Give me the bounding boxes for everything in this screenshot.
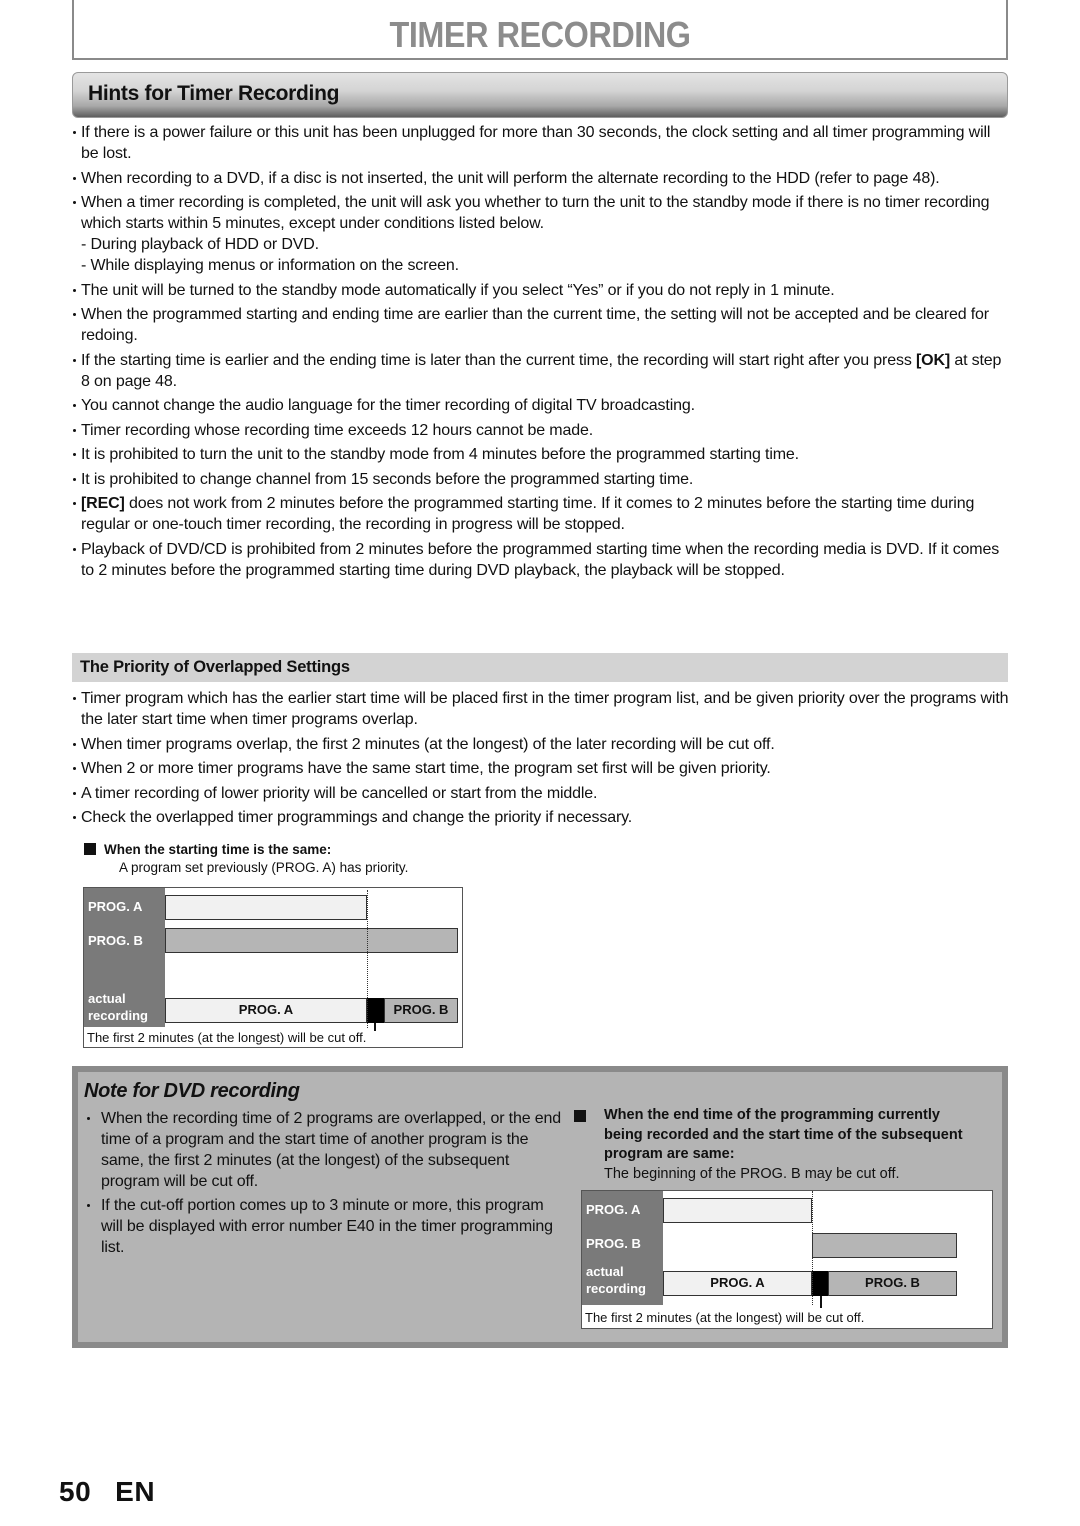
hint-text: If the starting time is earlier and the …: [81, 351, 916, 369]
priority-item: Check the overlapped timer programmings …: [72, 807, 1012, 828]
hint-text: It is prohibited to turn the unit to the…: [81, 446, 799, 463]
row-label-prog-a: PROG. A: [88, 899, 143, 914]
row-label-actual: actual: [586, 1264, 624, 1279]
bar-label: PROG. A: [238, 1002, 294, 1017]
diagram2-title: When the end time of the programming cur…: [604, 1107, 963, 1162]
section-title: Hints for Timer Recording: [88, 82, 340, 105]
diagram1-description: A program set previously (PROG. A) has p…: [119, 860, 409, 875]
note-item: When the recording time of 2 programs ar…: [84, 1108, 564, 1192]
priority-item: When timer programs overlap, the first 2…: [72, 734, 1012, 755]
hint-item: It is prohibited to change channel from …: [72, 469, 1012, 490]
ok-key: [OK]: [915, 351, 951, 369]
hint-subitem: - While displaying menus or information …: [81, 257, 459, 274]
diagram-same-start: PROG. A PROG. B actual recording PROG. A…: [83, 887, 463, 1048]
hint-text: The unit will be turned to the standby m…: [81, 281, 835, 299]
hint-item: Playback of DVD/CD is prohibited from 2 …: [72, 539, 1012, 581]
diagram1-title: When the starting time is the same:: [104, 842, 332, 857]
hint-item: If there is a power failure or this unit…: [72, 122, 1012, 164]
bar-prog-b: [812, 1233, 957, 1258]
priority-item: When 2 or more timer programs have the s…: [72, 758, 1012, 779]
cut-off-pointer: [820, 1296, 822, 1308]
priority-item: A timer recording of lower priority will…: [72, 783, 1012, 804]
hint-text: If there is a power failure or this unit…: [81, 124, 991, 162]
square-bullet-icon: [574, 1110, 586, 1122]
bar-actual-prog-b: PROG. B: [384, 998, 458, 1023]
page-footer: 50 EN: [59, 1476, 155, 1508]
hint-item: You cannot change the audio language for…: [72, 395, 1012, 416]
bar-prog-b: [165, 928, 458, 953]
bar-prog-a: [663, 1198, 812, 1223]
bar-label: PROG. B: [865, 1275, 920, 1290]
cut-off-pointer: [374, 1023, 376, 1031]
note-title: Note for DVD recording: [84, 1080, 300, 1102]
bar-actual-prog-a: PROG. A: [165, 998, 367, 1023]
row-label-prog-b: PROG. B: [88, 933, 143, 948]
hint-text: It is prohibited to change channel from …: [81, 470, 694, 488]
bar-actual-prog-a: PROG. A: [663, 1271, 812, 1296]
hint-text: does not work from 2 minutes before the …: [81, 495, 975, 533]
hint-item: When the programmed starting and ending …: [72, 304, 1012, 346]
page-number: 50: [59, 1476, 92, 1507]
bar-label: PROG. A: [710, 1275, 765, 1290]
bar-label: PROG. B: [393, 1002, 449, 1017]
divider-line: [367, 890, 368, 1028]
note-list: When the recording time of 2 programs ar…: [84, 1108, 564, 1261]
hint-text: Playback of DVD/CD is prohibited from 2 …: [81, 540, 1000, 579]
hint-text: Timer recording whose recording time exc…: [81, 421, 593, 439]
note-dvd-recording: Note for DVD recording When the recordin…: [72, 1066, 1008, 1348]
hints-list: If there is a power failure or this unit…: [72, 122, 1012, 584]
hint-text: When recording to a DVD, if a disc is no…: [81, 169, 940, 187]
row-label-prog-a: PROG. A: [586, 1202, 641, 1217]
subsection-title: The Priority of Overlapped Settings: [80, 658, 350, 676]
row-label-prog-b: PROG. B: [586, 1236, 641, 1251]
hint-text: When the programmed starting and ending …: [81, 306, 989, 344]
hint-subitem: - During playback of HDD or DVD.: [81, 236, 319, 253]
page-header: TIMER RECORDING: [72, 0, 1008, 60]
hint-item: [REC] does not work from 2 minutes befor…: [72, 493, 1012, 535]
priority-list: Timer program which has the earlier star…: [72, 688, 1012, 832]
hint-item: It is prohibited to turn the unit to the…: [72, 444, 1012, 465]
page-title: TIMER RECORDING: [389, 14, 691, 55]
hint-text: When a timer recording is completed, the…: [81, 194, 990, 232]
row-label-recording: recording: [88, 1008, 148, 1023]
bar-actual-prog-b: PROG. B: [828, 1271, 957, 1296]
diagram2-description: The beginning of the PROG. B may be cut …: [604, 1165, 900, 1182]
bar-prog-a: [165, 895, 367, 920]
cut-off-block: [812, 1271, 828, 1296]
subsection-header-priority: The Priority of Overlapped Settings: [72, 653, 1008, 682]
divider-line: [812, 1191, 813, 1305]
hint-item: If the starting time is earlier and the …: [72, 350, 1012, 392]
row-label-actual: actual: [88, 991, 126, 1006]
rec-key: [REC]: [81, 495, 125, 512]
square-bullet-icon: [84, 843, 96, 855]
hint-item: Timer recording whose recording time exc…: [72, 420, 1012, 441]
language-code: EN: [115, 1476, 156, 1507]
priority-item: Timer program which has the earlier star…: [72, 688, 1012, 730]
hint-item: The unit will be turned to the standby m…: [72, 280, 1012, 301]
hint-item: When a timer recording is completed, the…: [72, 192, 1012, 276]
diagram1-caption: The first 2 minutes (at the longest) wil…: [87, 1030, 367, 1045]
diagram-end-start-same: PROG. A PROG. B actual recording PROG. A…: [581, 1190, 993, 1329]
row-label-recording: recording: [586, 1281, 646, 1296]
diagram1-heading: When the starting time is the same: A pr…: [84, 841, 484, 875]
cut-off-block: [367, 998, 384, 1023]
diagram2-caption: The first 2 minutes (at the longest) wil…: [585, 1310, 865, 1325]
hint-text: You cannot change the audio language for…: [81, 397, 695, 414]
hint-item: When recording to a DVD, if a disc is no…: [72, 168, 1012, 189]
diagram2-heading: When the end time of the programming cur…: [574, 1106, 974, 1184]
section-header-hints: Hints for Timer Recording: [72, 72, 1008, 118]
note-item: If the cut-off portion comes up to 3 min…: [84, 1195, 564, 1258]
